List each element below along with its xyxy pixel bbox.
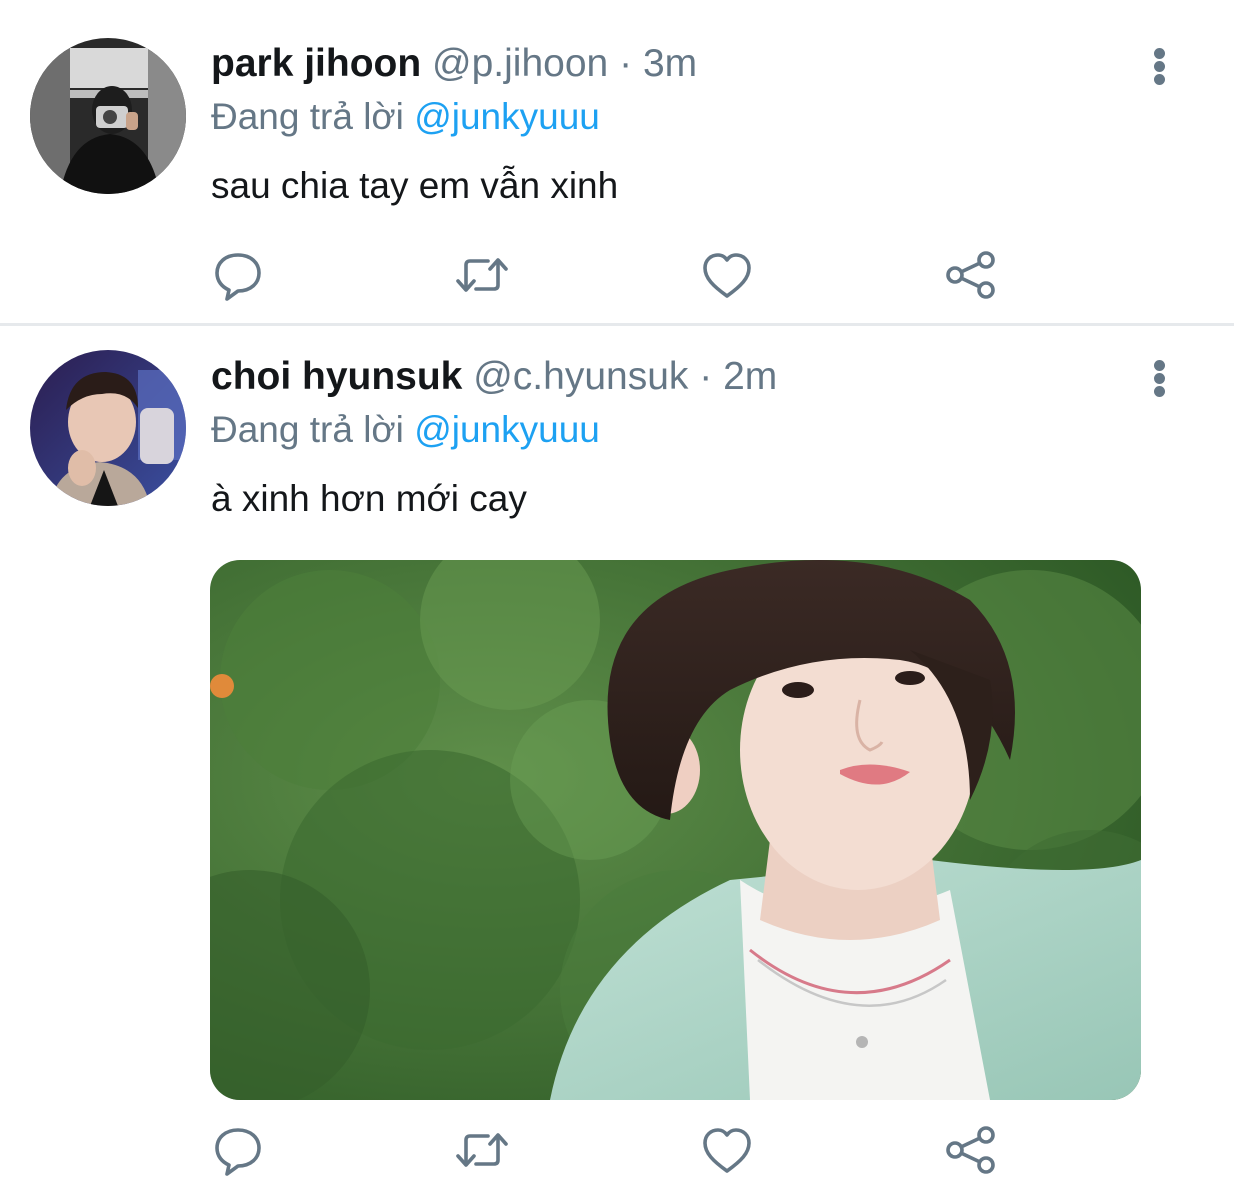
retweet-button[interactable] (452, 245, 512, 305)
action-bar (0, 245, 1234, 305)
more-vertical-icon (1154, 360, 1165, 371)
tweet[interactable]: choi hyunsuk @c.hyunsuk · 2m Đang trả lờ… (0, 326, 1234, 1184)
reply-button[interactable] (208, 245, 268, 305)
share-button[interactable] (940, 245, 1000, 305)
more-options-button[interactable] (1146, 354, 1176, 402)
more-vertical-icon-dot (1154, 61, 1165, 72)
share-icon (946, 1126, 995, 1174)
replying-to: Đang trả lời @junkyuuu (211, 407, 600, 453)
retweet-icon (456, 1133, 508, 1167)
replying-to-label: Đang trả lời (211, 96, 404, 137)
action-bar (0, 1120, 1234, 1180)
attached-photo[interactable] (210, 560, 1141, 1100)
share-button[interactable] (940, 1120, 1000, 1180)
username[interactable]: @c.hyunsuk (473, 355, 688, 398)
share-icon (946, 251, 995, 299)
heart-icon (703, 253, 751, 298)
more-vertical-icon (1154, 48, 1165, 59)
mention-link[interactable]: @junkyuuu (414, 409, 600, 450)
retweet-icon (456, 258, 508, 292)
avatar[interactable] (30, 350, 186, 506)
reply-button[interactable] (208, 1120, 268, 1180)
more-options-button[interactable] (1146, 42, 1176, 90)
retweet-button[interactable] (452, 1120, 512, 1180)
comment-icon (215, 253, 261, 301)
heart-icon (703, 1128, 751, 1173)
tweet-text: à xinh hơn mới cay (211, 478, 527, 519)
avatar[interactable] (30, 38, 186, 194)
tweet-header: park jihoon @p.jihoon · 3m (211, 40, 697, 88)
tweet-text: sau chia tay em vẫn xinh (211, 165, 619, 206)
separator-dot: · (619, 42, 633, 85)
like-button[interactable] (697, 1120, 757, 1180)
tweet-header: choi hyunsuk @c.hyunsuk · 2m (211, 353, 777, 401)
replying-to: Đang trả lời @junkyuuu (211, 94, 600, 140)
more-vertical-icon-dot (1154, 386, 1165, 397)
like-button[interactable] (697, 245, 757, 305)
timestamp[interactable]: 2m (723, 355, 777, 398)
mention-link[interactable]: @junkyuuu (414, 96, 600, 137)
tweet[interactable]: park jihoon @p.jihoon · 3m Đang trả lời … (0, 0, 1234, 324)
timestamp[interactable]: 3m (643, 42, 697, 85)
display-name[interactable]: choi hyunsuk (211, 355, 462, 398)
username[interactable]: @p.jihoon (432, 42, 608, 85)
more-vertical-icon-dot (1154, 74, 1165, 85)
more-vertical-icon-dot (1154, 373, 1165, 384)
replying-to-label: Đang trả lời (211, 409, 404, 450)
display-name[interactable]: park jihoon (211, 42, 421, 85)
comment-icon (215, 1128, 261, 1176)
separator-dot: · (699, 355, 713, 398)
